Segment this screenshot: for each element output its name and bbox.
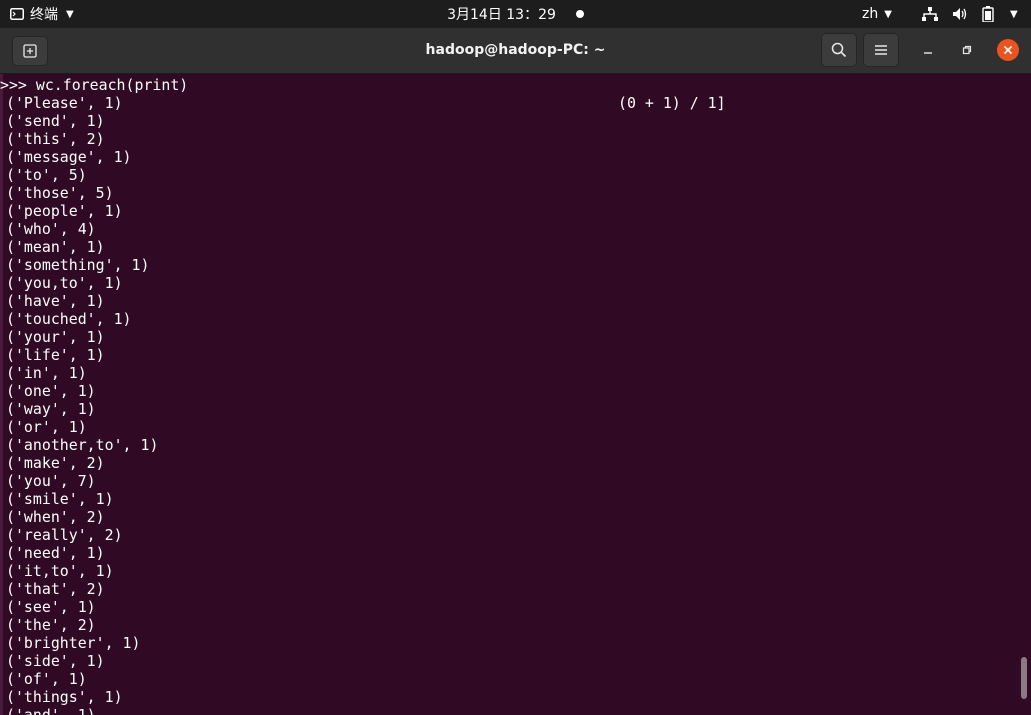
output-line: ('need', 1): [6, 544, 105, 562]
output-line: ('really', 2): [6, 526, 123, 544]
notification-dot-icon: [575, 10, 584, 18]
progress-text: (0 + 1) / 1]: [618, 94, 726, 112]
output-line: ('life', 1): [6, 346, 105, 364]
output-line: ('things', 1): [6, 688, 123, 706]
output-line: ('it,to', 1): [6, 562, 114, 580]
output-line: ('who', 4): [6, 220, 96, 238]
close-icon: [1003, 45, 1013, 55]
output-line: ('you', 7): [6, 472, 96, 490]
command-line: >>> wc.foreach(print): [0, 76, 189, 94]
output-line: ('to', 5): [6, 166, 87, 184]
maximize-button[interactable]: [956, 39, 978, 61]
output-line: ('brighter', 1): [6, 634, 141, 652]
restore-icon: [962, 45, 972, 55]
hamburger-menu-button[interactable]: [863, 33, 899, 67]
scrollbar-thumb[interactable]: [1021, 657, 1027, 699]
input-method-selector[interactable]: zh ▼: [862, 0, 892, 28]
output-line: ('another,to', 1): [6, 436, 159, 454]
output-line: ('something', 1): [6, 256, 150, 274]
minimize-icon: [924, 52, 932, 54]
language-label: zh: [862, 6, 879, 22]
window-titlebar[interactable]: hadoop@hadoop-PC: ~: [0, 28, 1031, 74]
output-line: ('message', 1): [6, 148, 132, 166]
output-line: ('people', 1): [6, 202, 123, 220]
chevron-down-icon: ▼: [1010, 8, 1018, 20]
output-line: ('one', 1): [6, 382, 96, 400]
output-line: ('send', 1): [6, 112, 105, 130]
output-line: ('side', 1): [6, 652, 105, 670]
output-line: ('touched', 1): [6, 310, 132, 328]
system-menu[interactable]: ▼: [922, 0, 1018, 28]
top-bar: 终端 ▼ 3月14日 13：29 zh ▼ ▼: [0, 0, 1031, 28]
output-line: ('you,to', 1): [6, 274, 123, 292]
output-line: ('when', 2): [6, 508, 105, 526]
output-line: ('or', 1): [6, 418, 87, 436]
minimize-button[interactable]: [917, 39, 939, 61]
output-line: ('in', 1): [6, 364, 87, 382]
output-line: ('see', 1): [6, 598, 96, 616]
hamburger-icon: [875, 45, 887, 55]
volume-icon: [953, 8, 967, 20]
search-button[interactable]: [821, 33, 857, 67]
output-line: ('and', 1): [6, 706, 96, 715]
output-line: ('smile', 1): [6, 490, 114, 508]
output-line: ('this', 2): [6, 130, 105, 148]
battery-icon: [982, 6, 994, 22]
output-line: ('make', 2): [6, 454, 105, 472]
output-line: ('mean', 1): [6, 238, 105, 256]
output-line: ('way', 1): [6, 400, 96, 418]
output-line: ('have', 1): [6, 292, 105, 310]
output-line: ('that', 2): [6, 580, 105, 598]
output-line: ('of', 1): [6, 670, 87, 688]
search-icon: [831, 42, 847, 58]
close-button[interactable]: [997, 39, 1019, 61]
output-line: ('the', 2): [6, 616, 96, 634]
output-line: ('those', 5): [6, 184, 114, 202]
network-icon: [922, 7, 938, 21]
clock-text: 3月14日 13：29: [447, 7, 556, 23]
output-line: ('Please', 1): [6, 94, 123, 112]
terminal-output[interactable]: >>> wc.foreach(print) (0 + 1) / 1] ('Ple…: [0, 74, 1020, 715]
chevron-down-icon: ▼: [884, 8, 892, 20]
output-line: ('your', 1): [6, 328, 105, 346]
